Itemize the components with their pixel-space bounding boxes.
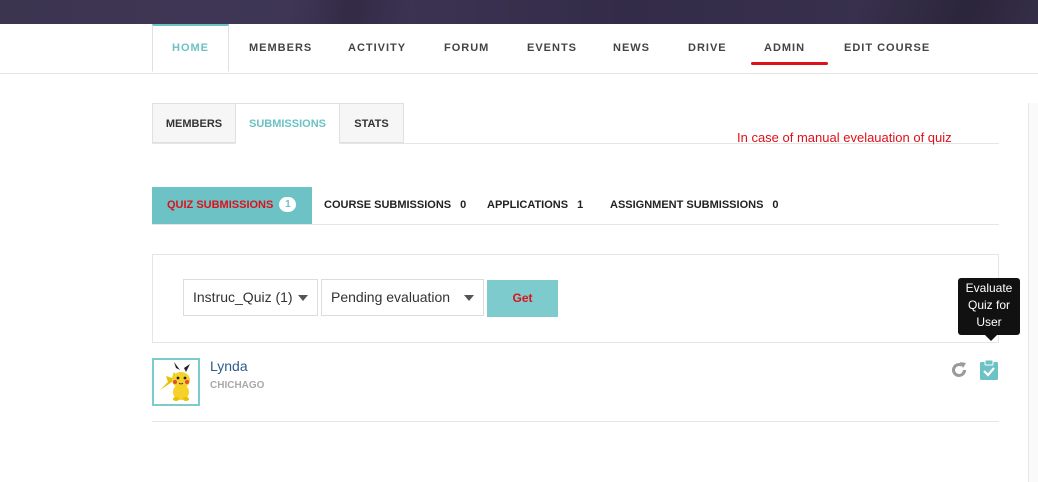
nav-forum[interactable]: FORUM: [444, 24, 489, 72]
tab-applications[interactable]: APPLICATIONS 1: [487, 187, 583, 224]
tab-quiz-submissions[interactable]: QUIZ SUBMISSIONS 1: [152, 187, 313, 224]
count: 1: [577, 199, 584, 211]
status-select-value: Pending evaluation: [331, 289, 451, 305]
subtab-submissions[interactable]: SUBMISSIONS: [235, 103, 340, 144]
tab-label: QUIZ SUBMISSIONS: [167, 199, 274, 211]
count-badge: 1: [279, 196, 297, 212]
submitter-name[interactable]: Lynda: [210, 358, 248, 374]
avatar[interactable]: [152, 358, 200, 406]
nav-members[interactable]: MEMBERS: [249, 24, 312, 72]
quiz-select[interactable]: Instruc_Quiz (1): [183, 279, 318, 316]
reset-icon[interactable]: [949, 360, 969, 385]
tab-label: APPLICATIONS: [487, 199, 569, 211]
nav-events[interactable]: EVENTS: [527, 24, 577, 72]
status-select[interactable]: Pending evaluation: [321, 279, 484, 316]
get-button[interactable]: Get: [487, 280, 558, 317]
subtab-stats[interactable]: STATS: [339, 103, 404, 143]
chevron-down-icon: [298, 295, 308, 301]
right-panel-edge: [1028, 103, 1038, 482]
top-banner: [0, 0, 1038, 24]
nav-edit-course[interactable]: EDIT COURSE: [844, 24, 930, 72]
nav-drive[interactable]: DRIVE: [688, 24, 727, 72]
tab-course-submissions[interactable]: COURSE SUBMISSIONS 0: [324, 187, 466, 224]
pikachu-avatar-icon: [154, 360, 198, 404]
nav-news[interactable]: NEWS: [613, 24, 650, 72]
admin-highlight-underline: [751, 62, 828, 65]
quiz-select-value: Instruc_Quiz (1): [193, 289, 293, 305]
submission-type-tabs: QUIZ SUBMISSIONS 1 COURSE SUBMISSIONS 0 AP…: [152, 187, 999, 225]
annotation-note: In case of manual evelauation of quiz: [737, 130, 952, 145]
evaluate-tooltip: Evaluate Quiz for User: [958, 278, 1020, 341]
tab-label: ASSIGNMENT SUBMISSIONS: [610, 199, 764, 211]
tab-label: COURSE SUBMISSIONS: [324, 199, 452, 211]
count: 0: [460, 199, 467, 211]
subtab-members[interactable]: MEMBERS: [152, 103, 236, 143]
nav-activity[interactable]: ACTIVITY: [348, 24, 406, 72]
evaluate-clipboard-icon[interactable]: [979, 359, 999, 386]
tab-assignment-submissions[interactable]: ASSIGNMENT SUBMISSIONS 0: [610, 187, 779, 224]
chevron-down-icon: [464, 295, 474, 301]
submitter-location: CHICHAGO: [210, 380, 265, 391]
count: 0: [772, 199, 779, 211]
main-nav: HOME MEMBERS ACTIVITY FORUM EVENTS NEWS …: [0, 24, 1038, 74]
nav-home[interactable]: HOME: [152, 24, 229, 72]
submission-row: [152, 342, 999, 422]
